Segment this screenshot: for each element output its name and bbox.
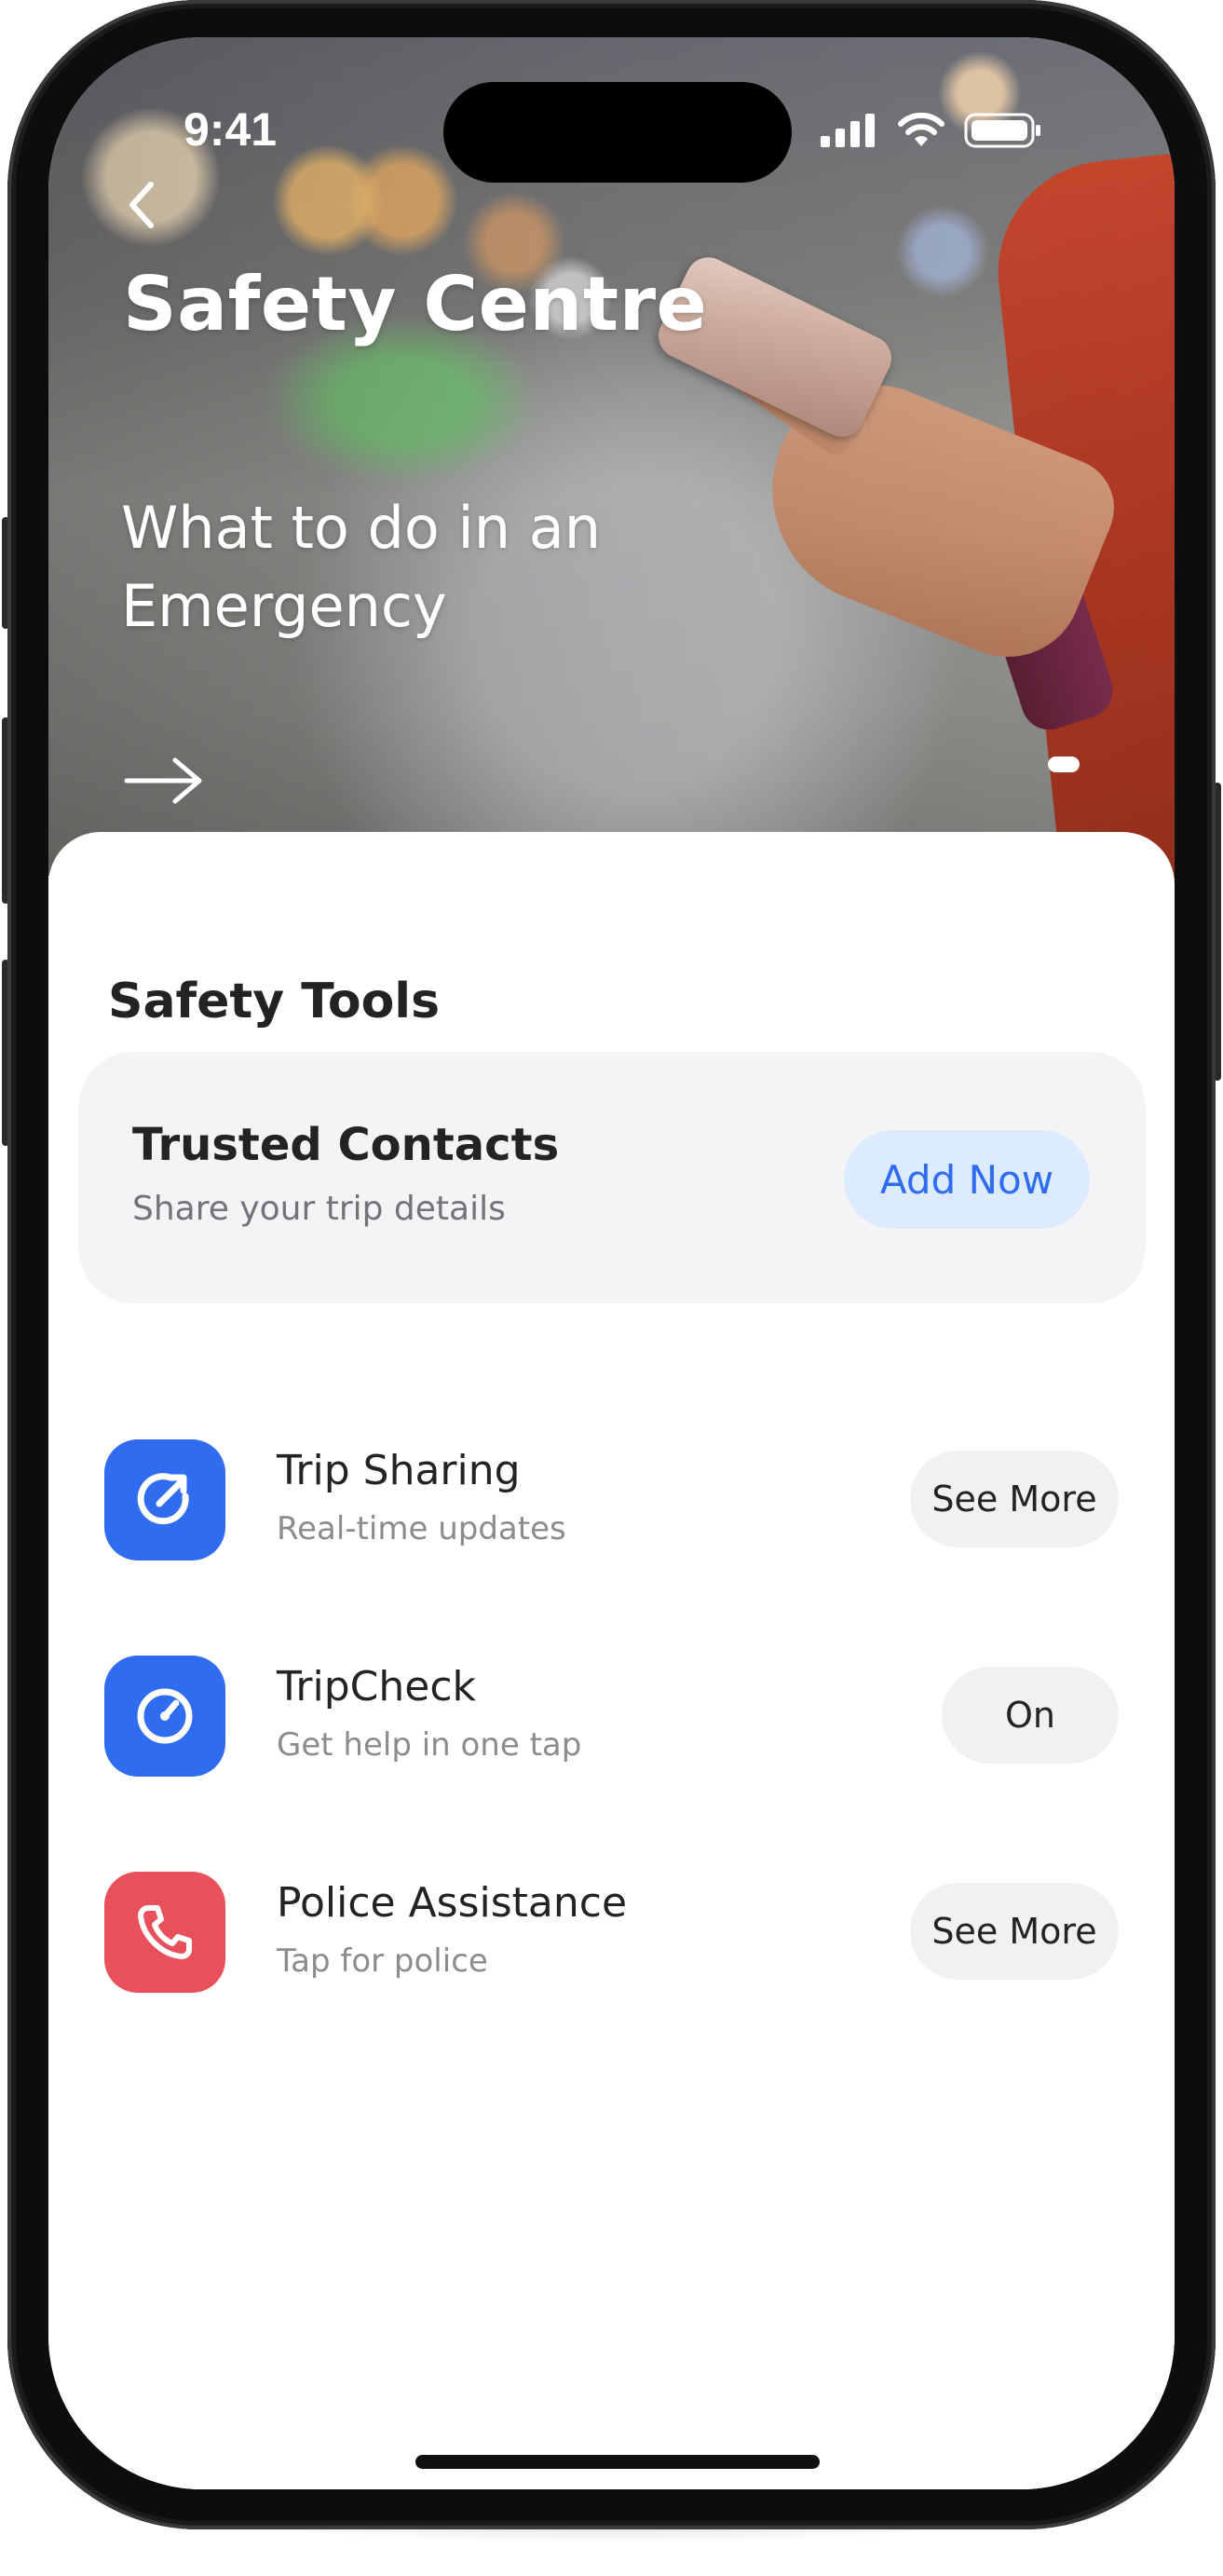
page-title: Safety Centre	[123, 261, 708, 348]
home-indicator[interactable]	[415, 2455, 820, 2469]
trusted-contacts-subtitle: Share your trip details	[132, 1190, 506, 1228]
see-more-button[interactable]: See More	[910, 1451, 1119, 1547]
see-more-button[interactable]: See More	[910, 1883, 1119, 1980]
screen: 9:41 Safety Centre What to do in an Emer…	[48, 37, 1175, 2489]
tool-row-tripcheck[interactable]: TripCheck Get help in one tap On	[48, 1656, 1175, 1786]
dynamic-island	[443, 82, 792, 183]
cellular-signal-icon	[821, 114, 875, 147]
tool-row-trip-sharing[interactable]: Trip Sharing Real-time updates See More	[48, 1439, 1175, 1570]
section-title: Safety Tools	[108, 974, 441, 1029]
tripcheck-toggle-button[interactable]: On	[942, 1667, 1119, 1764]
tool-title: TripCheck	[277, 1663, 477, 1711]
tool-subtitle: Tap for police	[277, 1942, 488, 1980]
tool-subtitle: Get help in one tap	[277, 1726, 582, 1764]
wifi-icon	[898, 113, 944, 146]
share-trip-icon	[104, 1439, 225, 1561]
phone-frame: 9:41 Safety Centre What to do in an Emer…	[7, 0, 1216, 2529]
tool-subtitle: Real-time updates	[277, 1510, 566, 1547]
safety-tools-sheet: Safety Tools Trusted Contacts Share your…	[48, 832, 1175, 2489]
hero-banner[interactable]: 9:41 Safety Centre What to do in an Emer…	[48, 37, 1175, 934]
arrow-right-icon	[124, 757, 202, 804]
carousel-indicator	[1048, 756, 1080, 772]
tool-title: Trip Sharing	[277, 1447, 521, 1494]
add-now-button[interactable]: Add Now	[844, 1130, 1090, 1229]
trusted-contacts-card[interactable]: Trusted Contacts Share your trip details…	[78, 1052, 1146, 1303]
hero-arrow-button[interactable]	[123, 755, 216, 811]
tripcheck-gauge-icon	[104, 1656, 225, 1777]
battery-icon	[964, 113, 1040, 148]
status-time: 9:41	[183, 103, 278, 156]
tool-title: Police Assistance	[277, 1879, 628, 1927]
status-icons	[821, 112, 1042, 149]
tool-row-police-assistance[interactable]: Police Assistance Tap for police See Mor…	[48, 1872, 1175, 2002]
hero-subtitle[interactable]: What to do in an Emergency	[121, 489, 699, 646]
phone-icon	[104, 1872, 225, 1993]
trusted-contacts-title: Trusted Contacts	[132, 1119, 560, 1171]
back-button[interactable]	[104, 168, 179, 242]
chevron-left-icon	[129, 182, 154, 228]
device-mockup: 9:41 Safety Centre What to do in an Emer…	[0, 0, 1223, 2576]
